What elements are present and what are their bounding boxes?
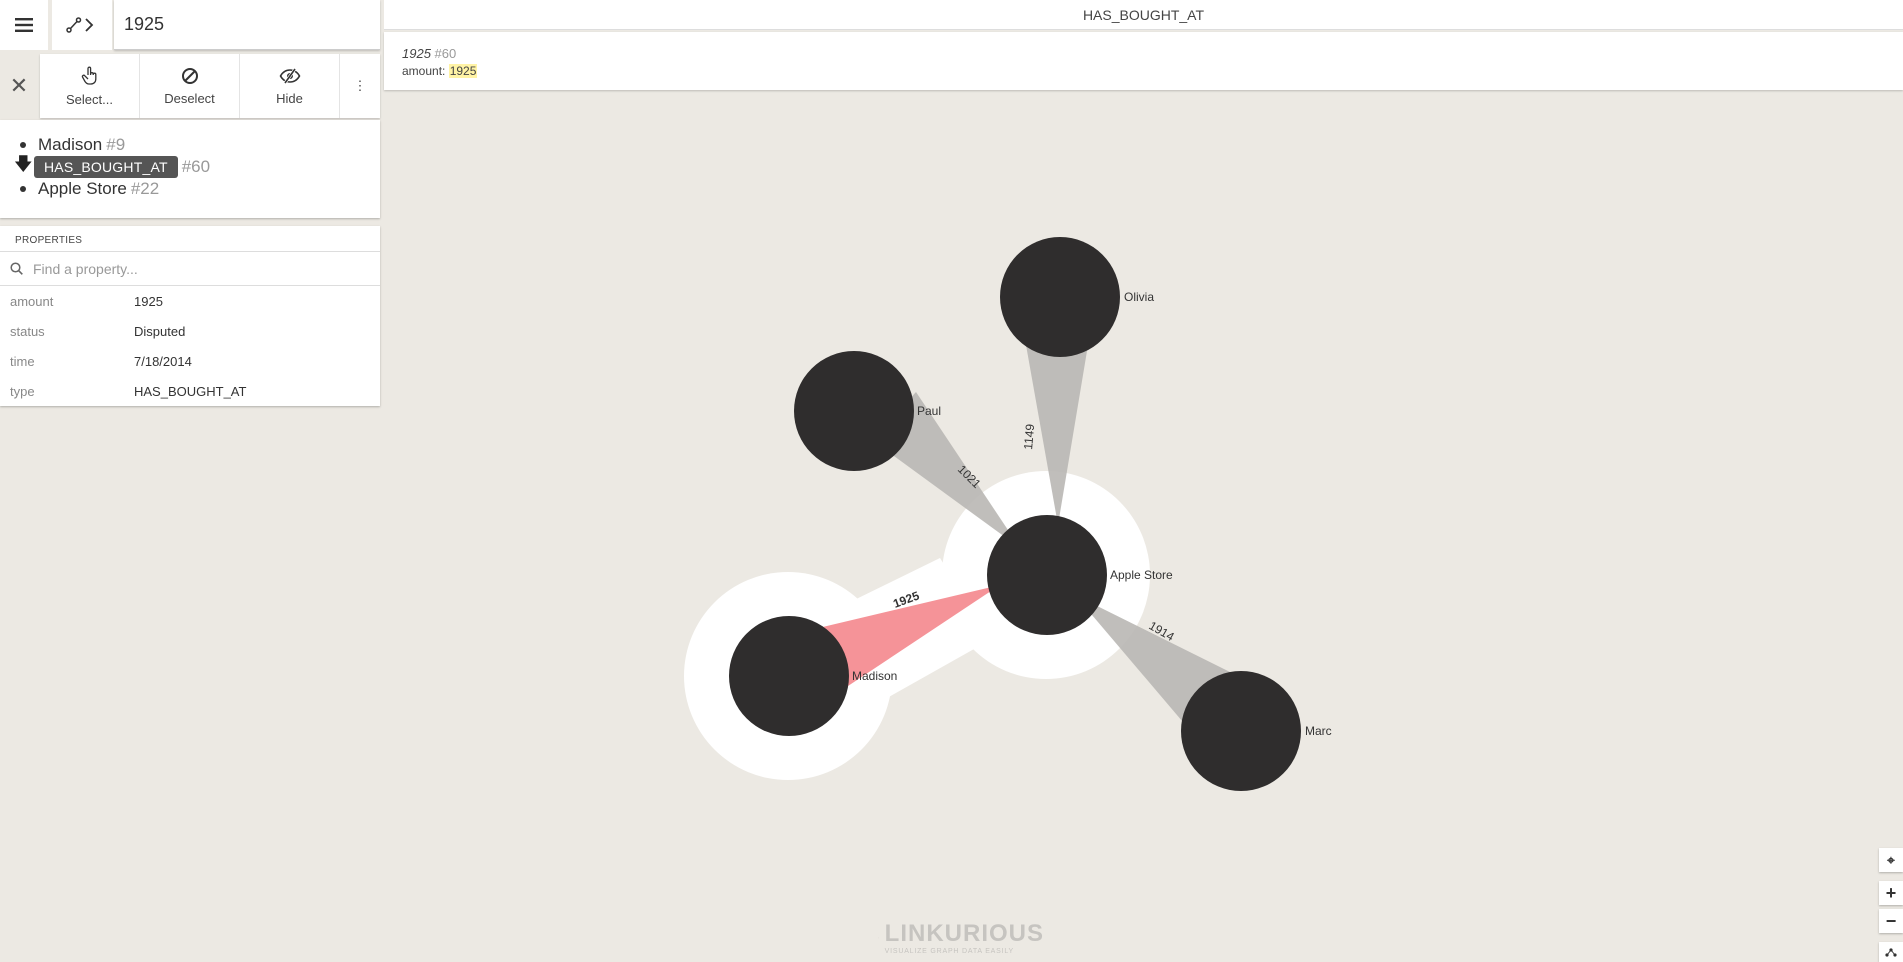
node-label-olivia: Olivia: [1124, 290, 1154, 304]
tooltip-id: #60: [434, 46, 457, 61]
summary-source-node[interactable]: Madison #9: [18, 134, 380, 156]
crosshair-icon: ⌖: [1887, 851, 1895, 868]
arrow-down-icon: 🡇: [14, 154, 33, 174]
source-node-id: #9: [106, 135, 126, 154]
deselect-button[interactable]: Deselect: [140, 54, 240, 118]
path-finder-button[interactable]: [52, 0, 112, 50]
plus-icon: +: [1885, 882, 1897, 903]
locate-button[interactable]: ⌖: [1879, 848, 1903, 872]
tooltip-title: 1925 #60: [402, 46, 1903, 61]
pointer-hand-icon: [81, 66, 96, 85]
property-row-amount: amount 1925: [0, 286, 380, 316]
node-madison[interactable]: [729, 616, 849, 736]
edge-type-badge: HAS_BOUGHT_AT: [34, 156, 178, 178]
search-input[interactable]: [114, 0, 380, 49]
summary-target-node[interactable]: Apple Store #22: [18, 178, 380, 200]
layout-button[interactable]: [1879, 942, 1903, 962]
tooltip-property: amount: 1925: [402, 64, 1903, 78]
zoom-out-button[interactable]: −: [1879, 909, 1903, 933]
search-box: [114, 0, 380, 50]
tooltip-property-key: amount:: [402, 64, 446, 78]
target-node-id: #22: [130, 179, 160, 198]
zoom-in-button[interactable]: +: [1879, 881, 1903, 905]
hide-button[interactable]: Hide: [240, 54, 340, 118]
hide-button-label: Hide: [276, 90, 303, 106]
edge-label-olivia-apple-store: 1149: [1021, 423, 1037, 450]
properties-panel: PROPERTIES amount 1925 status Disputed t…: [0, 226, 380, 406]
property-row-type: type HAS_BOUGHT_AT: [0, 376, 380, 406]
edge-id: #60: [181, 157, 211, 176]
node-label-madison: Madison: [852, 669, 897, 683]
node-label-paul: Paul: [917, 404, 941, 418]
property-row-time: time 7/18/2014: [0, 346, 380, 376]
more-vertical-icon: ⋮: [353, 78, 367, 93]
tooltip-property-value: 1925: [448, 64, 478, 78]
layout-icon: [1885, 948, 1897, 957]
property-search-input[interactable]: [33, 260, 333, 277]
hamburger-icon: [15, 18, 33, 32]
logo-name: LINKURIOUS: [884, 919, 1044, 947]
path-finder-icon: [66, 17, 94, 33]
node-paul[interactable]: [794, 351, 914, 471]
edge-tooltip: 1925 #60 amount: 1925: [384, 32, 1903, 90]
bullet: [20, 186, 26, 192]
deselect-button-label: Deselect: [164, 90, 215, 106]
target-node-name: Apple Store: [38, 179, 127, 198]
properties-title: PROPERTIES: [0, 226, 380, 252]
property-key: type: [10, 383, 35, 399]
close-selection-button[interactable]: ✕: [0, 54, 38, 118]
property-search: [0, 252, 380, 286]
property-key: amount: [10, 293, 54, 309]
bullet: [20, 142, 26, 148]
logo-mark-icon: [878, 937, 879, 939]
top-toolbar: [0, 0, 382, 50]
node-marc[interactable]: [1181, 671, 1301, 791]
node-apple-store[interactable]: [987, 515, 1107, 635]
property-row-status: status Disputed: [0, 316, 380, 346]
tooltip-label: 1925: [402, 46, 431, 61]
property-value[interactable]: Disputed: [134, 324, 185, 339]
select-button[interactable]: Select...: [40, 54, 140, 118]
property-value[interactable]: 7/18/2014: [134, 354, 192, 369]
header-title: HAS_BOUGHT_AT: [1082, 6, 1205, 23]
search-icon: [10, 262, 23, 275]
property-value[interactable]: HAS_BOUGHT_AT: [134, 384, 246, 399]
summary-edge[interactable]: 🡇 HAS_BOUGHT_AT #60: [14, 154, 380, 178]
menu-button[interactable]: [0, 0, 48, 50]
source-node-name: Madison: [38, 135, 103, 154]
property-key: time: [10, 353, 35, 369]
selection-header: HAS_BOUGHT_AT: [384, 0, 1903, 30]
property-value[interactable]: 1925: [134, 294, 163, 309]
minus-icon: −: [1885, 910, 1897, 931]
deselect-icon: [181, 67, 198, 84]
action-buttons: Select... Deselect Hide ⋮: [40, 54, 380, 118]
eye-slash-icon: [279, 67, 300, 84]
more-options-button[interactable]: ⋮: [340, 54, 380, 118]
property-key: status: [10, 323, 45, 339]
node-olivia[interactable]: [1000, 237, 1120, 357]
close-icon: ✕: [9, 73, 29, 98]
selection-action-bar: ✕ Select... Deselect Hide ⋮: [0, 54, 380, 118]
node-label-marc: Marc: [1305, 724, 1332, 738]
logo-tagline: VISUALIZE GRAPH DATA EASILY: [884, 947, 1015, 955]
select-button-label: Select...: [66, 91, 113, 107]
node-label-apple-store: Apple Store: [1110, 568, 1173, 582]
linkurious-logo: LINKURIOUS VISUALIZE GRAPH DATA EASILY: [878, 918, 1044, 958]
selection-summary: Madison #9 🡇 HAS_BOUGHT_AT #60 Apple Sto…: [0, 120, 380, 218]
